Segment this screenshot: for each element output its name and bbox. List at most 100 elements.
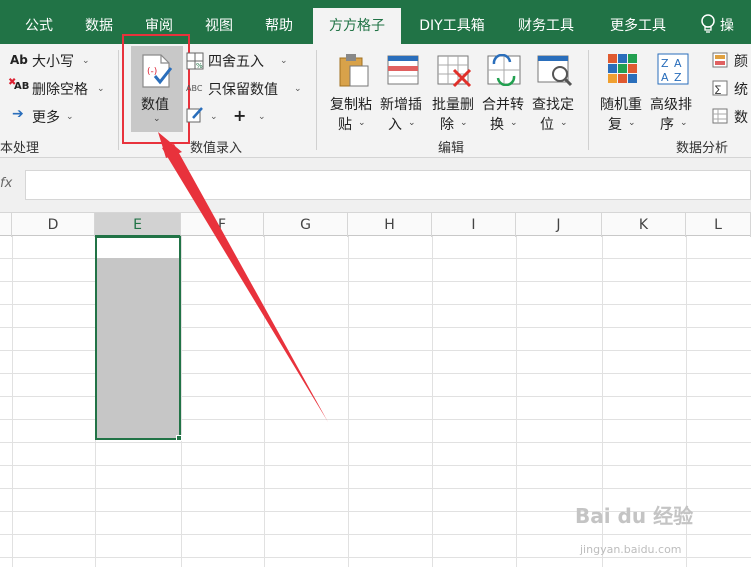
- advanced-sort-label-2: 序: [660, 117, 674, 133]
- random-duplicate-button[interactable]: 随机重 复 ⌄: [598, 48, 648, 134]
- chevron-down-icon[interactable]: ⌄: [66, 112, 74, 122]
- round-icon: %: [186, 52, 204, 70]
- svg-text:%: %: [196, 62, 203, 70]
- grid-line: [0, 534, 751, 535]
- grid-line: [348, 236, 349, 567]
- copy-paste-label-2: 贴: [338, 117, 352, 133]
- batch-delete-label-2: 除: [440, 117, 454, 133]
- column-header-f[interactable]: F: [181, 213, 264, 237]
- group-separator: [588, 50, 589, 150]
- fx-label[interactable]: fx: [0, 176, 12, 191]
- chevron-down-icon[interactable]: ⌄: [258, 112, 266, 122]
- column-header-g[interactable]: G: [264, 213, 348, 237]
- batch-delete-label-1: 批量删: [432, 97, 474, 113]
- merge-convert-icon: [487, 54, 521, 86]
- svg-text:Z: Z: [674, 71, 682, 84]
- case-icon: Ab: [10, 53, 28, 67]
- edit-icon[interactable]: [186, 106, 204, 124]
- chevron-down-icon: ⌄: [560, 118, 568, 128]
- tab-finance-tools[interactable]: 财务工具: [506, 8, 586, 44]
- group-separator: [316, 50, 317, 150]
- round-button[interactable]: 四舍五入: [208, 51, 264, 71]
- color-button[interactable]: 颜: [734, 51, 748, 71]
- tab-data[interactable]: 数据: [72, 8, 126, 44]
- batch-delete-button[interactable]: 批量删 除 ⌄: [430, 48, 480, 134]
- chevron-down-icon[interactable]: ⌄: [280, 56, 288, 66]
- plus-icon[interactable]: +: [233, 106, 246, 125]
- column-headers: D E F G H I J K L: [0, 212, 751, 237]
- highlight-annotation-box: [122, 34, 190, 144]
- group-label-value: 数值录入: [190, 141, 243, 156]
- random-duplicate-label-1: 随机重: [600, 97, 642, 113]
- merge-convert-label-1: 合并转: [482, 97, 524, 113]
- copy-paste-label-1: 复制粘: [330, 97, 372, 113]
- stats-button[interactable]: 统: [734, 79, 748, 99]
- arrow-right-icon: ➔: [12, 106, 24, 122]
- data-button[interactable]: 数: [734, 107, 748, 127]
- keep-value-icon: ABC: [186, 84, 203, 93]
- random-icon: [608, 54, 637, 83]
- lightbulb-icon[interactable]: [700, 14, 716, 34]
- watermark-url: jingyan.baidu.com: [580, 543, 682, 556]
- tab-fangfang[interactable]: 方方格子: [313, 8, 401, 44]
- find-locate-label-2: 位: [540, 117, 554, 133]
- column-header-e[interactable]: E: [95, 213, 181, 237]
- new-insert-label-1: 新增插: [380, 97, 422, 113]
- stats-icon: ∑: [712, 80, 728, 96]
- tab-tell-me[interactable]: 操: [720, 8, 734, 44]
- new-insert-button[interactable]: 新增插 入 ⌄: [378, 48, 428, 134]
- delete-grid-icon: [437, 55, 472, 88]
- svg-text:A: A: [674, 57, 682, 70]
- chevron-down-icon: ⌄: [628, 118, 636, 128]
- new-insert-label-2: 入: [388, 117, 402, 133]
- merge-convert-label-2: 换: [490, 117, 504, 133]
- column-header-l[interactable]: L: [686, 213, 751, 237]
- case-button[interactable]: 大小写: [32, 51, 74, 71]
- find-icon: [537, 55, 573, 87]
- group-separator: [118, 50, 119, 150]
- grid-line: [0, 557, 751, 558]
- tab-formulas[interactable]: 公式: [12, 8, 66, 44]
- chevron-down-icon[interactable]: ⌄: [294, 84, 302, 94]
- remove-spaces-icon: AB: [14, 81, 30, 92]
- chevron-down-icon: ⌄: [408, 118, 416, 128]
- find-locate-button[interactable]: 查找定 位 ⌄: [530, 48, 580, 134]
- grid-line: [0, 465, 751, 466]
- ribbon-tab-bar: 公式 数据 审阅 视图 帮助 方方格子 DIY工具箱 财务工具 更多工具 操: [0, 0, 751, 44]
- formula-input[interactable]: [25, 170, 751, 200]
- selected-range[interactable]: [95, 236, 181, 440]
- color-icon: [712, 52, 728, 68]
- tab-more-tools[interactable]: 更多工具: [598, 8, 678, 44]
- more-button[interactable]: 更多: [32, 107, 60, 127]
- column-header-j[interactable]: J: [516, 213, 602, 237]
- group-label-edit: 编辑: [438, 141, 465, 156]
- column-header-k[interactable]: K: [602, 213, 686, 237]
- chevron-down-icon: ⌄: [680, 118, 688, 128]
- watermark-logo: Bai du 经验: [575, 504, 694, 528]
- copy-paste-button[interactable]: 复制粘 贴 ⌄: [328, 48, 376, 134]
- column-header-d[interactable]: D: [12, 213, 95, 237]
- tab-help[interactable]: 帮助: [252, 8, 306, 44]
- merge-convert-button[interactable]: 合并转 换 ⌄: [480, 48, 530, 134]
- tab-diy-toolbox[interactable]: DIY工具箱: [410, 8, 494, 44]
- remove-spaces-button[interactable]: 删除空格: [32, 79, 88, 99]
- svg-text:Z: Z: [661, 57, 669, 70]
- grid-line: [0, 442, 751, 443]
- advanced-sort-button[interactable]: Z A A Z 高级排 序 ⌄: [648, 48, 698, 134]
- chevron-down-icon[interactable]: ⌄: [82, 56, 90, 66]
- chevron-down-icon[interactable]: ⌄: [97, 84, 105, 94]
- tab-view[interactable]: 视图: [192, 8, 246, 44]
- keep-value-button[interactable]: 只保留数值: [208, 79, 278, 99]
- column-header-i[interactable]: I: [432, 213, 516, 237]
- selected-cells-fill: [97, 258, 179, 438]
- fill-handle[interactable]: [176, 435, 182, 441]
- advanced-sort-label-1: 高级排: [650, 97, 692, 113]
- grid-line: [432, 236, 433, 567]
- group-label-text: 本处理: [0, 141, 40, 156]
- column-header-partial[interactable]: [0, 213, 12, 237]
- insert-row-icon: [387, 55, 419, 85]
- find-locate-label-1: 查找定: [532, 97, 574, 113]
- chevron-down-icon[interactable]: ⌄: [210, 112, 218, 122]
- ribbon: Ab 大小写 ⌄ ✖ AB 删除空格 ⌄ ➔ 更多 ⌄ 本处理 (-) 数值 ⌄…: [0, 34, 751, 158]
- column-header-h[interactable]: H: [348, 213, 432, 237]
